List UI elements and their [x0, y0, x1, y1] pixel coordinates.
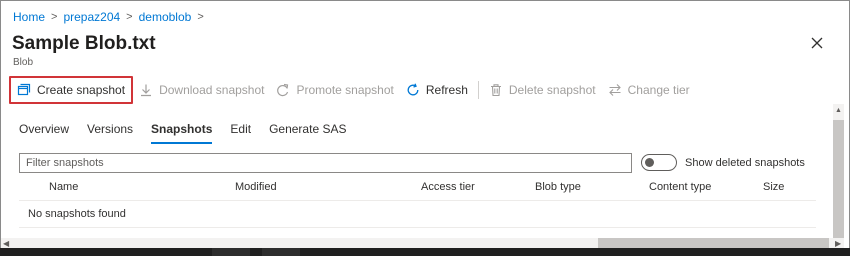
close-icon [811, 37, 823, 49]
taskbar-item[interactable] [212, 248, 250, 256]
chevron-right-icon: > [51, 11, 58, 23]
column-header-name[interactable]: Name [49, 181, 78, 193]
empty-message: No snapshots found [28, 208, 126, 220]
refresh-icon [406, 83, 420, 97]
show-deleted-toggle-group: Show deleted snapshots [641, 154, 805, 171]
breadcrumb-container[interactable]: demoblob [139, 10, 192, 24]
column-header-size[interactable]: Size [763, 181, 784, 193]
toolbar-divider [477, 81, 479, 99]
promote-icon [276, 83, 290, 97]
scroll-right-icon[interactable]: ▶ [835, 239, 841, 248]
toggle-knob [645, 158, 654, 167]
vertical-scroll-thumb[interactable] [833, 120, 844, 238]
delete-snapshot-label: Delete snapshot [508, 83, 596, 97]
refresh-button[interactable]: Refresh [400, 76, 474, 104]
column-header-modified[interactable]: Modified [235, 181, 277, 193]
show-deleted-label: Show deleted snapshots [685, 156, 805, 169]
breadcrumb: Home > prepaz204 > demoblob > [13, 10, 204, 24]
page-title: Sample Blob.txt [12, 33, 156, 54]
change-tier-button[interactable]: Change tier [602, 76, 696, 104]
chevron-right-icon: > [126, 11, 133, 23]
scroll-left-icon[interactable]: ◀ [3, 239, 9, 248]
vertical-scrollbar[interactable]: ▲ [833, 104, 844, 238]
create-snapshot-label: Create snapshot [37, 83, 126, 97]
chevron-right-icon: > [197, 11, 204, 23]
show-deleted-toggle[interactable] [641, 154, 677, 171]
command-bar: Create snapshot Download snapshot Promot… [9, 75, 696, 105]
table-empty-row: No snapshots found [19, 201, 816, 228]
scroll-up-icon[interactable]: ▲ [835, 107, 842, 114]
close-button[interactable] [807, 33, 827, 53]
promote-snapshot-button[interactable]: Promote snapshot [270, 76, 399, 104]
table-header: Name Modified Access tier Blob type Cont… [19, 175, 816, 201]
tab-edit[interactable]: Edit [230, 122, 251, 144]
page-subtitle: Blob [13, 57, 34, 68]
promote-snapshot-label: Promote snapshot [296, 83, 394, 97]
create-snapshot-button[interactable]: Create snapshot [9, 76, 134, 104]
delete-snapshot-button[interactable]: Delete snapshot [483, 76, 602, 104]
trash-icon [489, 83, 503, 97]
tab-overview[interactable]: Overview [19, 122, 69, 144]
column-header-content-type[interactable]: Content type [649, 181, 711, 193]
tab-bar: Overview Versions Snapshots Edit Generat… [19, 122, 364, 144]
column-header-access-tier[interactable]: Access tier [421, 181, 475, 193]
snapshot-icon [17, 83, 31, 97]
refresh-label: Refresh [425, 83, 468, 97]
filter-snapshots-input[interactable] [19, 153, 632, 173]
taskbar-item[interactable] [262, 248, 300, 256]
blade-panel: Home > prepaz204 > demoblob > Sample Blo… [0, 0, 850, 256]
column-header-blob-type[interactable]: Blob type [535, 181, 581, 193]
tab-versions[interactable]: Versions [87, 122, 133, 144]
download-snapshot-button[interactable]: Download snapshot [133, 76, 270, 104]
breadcrumb-home[interactable]: Home [13, 10, 45, 24]
download-icon [139, 83, 153, 97]
swap-arrows-icon [608, 83, 622, 97]
change-tier-label: Change tier [627, 83, 690, 97]
taskbar [0, 248, 850, 256]
tab-snapshots[interactable]: Snapshots [151, 122, 213, 144]
tab-generate-sas[interactable]: Generate SAS [269, 122, 346, 144]
download-snapshot-label: Download snapshot [159, 83, 265, 97]
breadcrumb-storage-account[interactable]: prepaz204 [63, 10, 120, 24]
